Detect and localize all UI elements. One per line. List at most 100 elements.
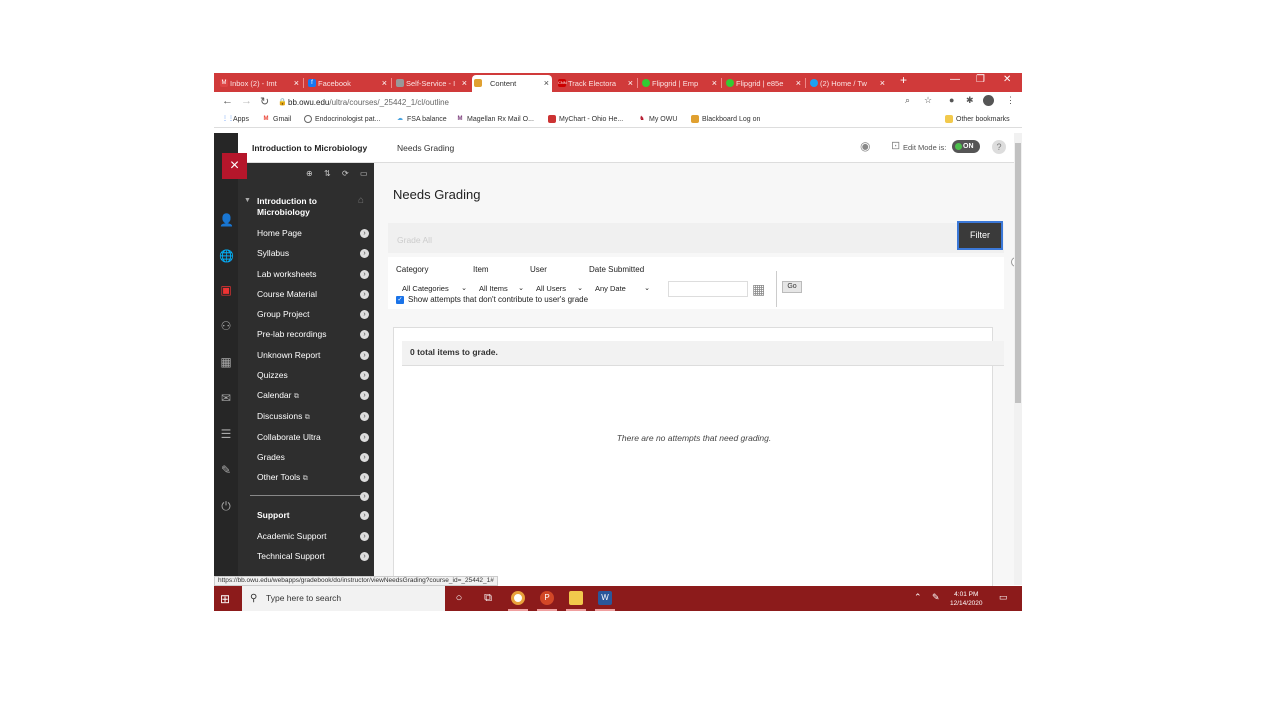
- bookmark-fsa[interactable]: ☁ FSA balance: [396, 115, 447, 123]
- student-preview-icon[interactable]: ◉: [860, 139, 870, 153]
- menu-options-icon[interactable]: ›: [360, 290, 369, 299]
- home-icon[interactable]: ⌂: [358, 195, 364, 206]
- menu-options-icon[interactable]: ›: [360, 552, 369, 561]
- bookmark-apps[interactable]: ⋮⋮ Apps: [222, 115, 249, 123]
- extension-icon[interactable]: ●: [949, 95, 954, 105]
- folder-view-icon[interactable]: ▭: [360, 169, 368, 178]
- cortana-icon[interactable]: ○: [452, 591, 466, 605]
- menu-item-calendar[interactable]: Calendar ⧉: [257, 390, 299, 401]
- more-menu-icon[interactable]: ⋮: [1006, 95, 1015, 106]
- filter-button[interactable]: Filter: [957, 221, 1003, 250]
- help-button[interactable]: ?: [992, 140, 1006, 154]
- menu-item-quizzes[interactable]: Quizzes: [257, 370, 288, 380]
- bookmark-mychart[interactable]: MyChart - Ohio He...: [548, 115, 623, 123]
- page-scrollbar[interactable]: [1014, 133, 1022, 585]
- taskbar-search[interactable]: ⚲ Type here to search: [242, 586, 445, 611]
- globe-icon[interactable]: 🌐: [219, 249, 234, 263]
- bookmark-magellan[interactable]: M Magellan Rx Mail O...: [456, 115, 534, 123]
- messages-icon[interactable]: ✉: [219, 391, 233, 405]
- bookmark-endocrinologist[interactable]: Endocrinologist pat...: [304, 115, 380, 123]
- notification-icon[interactable]: ▭: [999, 592, 1008, 603]
- menu-options-icon[interactable]: ›: [360, 229, 369, 238]
- menu-item-technical-support[interactable]: Technical Support: [257, 551, 325, 561]
- menu-options-icon[interactable]: ›: [360, 371, 369, 380]
- calendar-picker-icon[interactable]: ▦: [752, 281, 765, 298]
- close-tab-icon[interactable]: ×: [628, 78, 633, 88]
- address-bar[interactable]: 🔒 bb.owu.edu/ultra/courses/_25442_1/cl/o…: [278, 95, 928, 110]
- profile-icon[interactable]: 👤: [219, 213, 234, 227]
- tab-facebook[interactable]: f Facebook ×: [306, 75, 390, 92]
- menu-item-pre-lab-recordings[interactable]: Pre-lab recordings: [257, 329, 326, 339]
- menu-item-home-page[interactable]: Home Page: [257, 228, 302, 238]
- close-tab-icon[interactable]: ×: [382, 78, 387, 88]
- bookmark-myowu[interactable]: ♞ My OWU: [638, 115, 677, 123]
- pen-icon[interactable]: ✎: [932, 592, 940, 603]
- back-icon[interactable]: ←: [222, 95, 233, 107]
- maximize-button[interactable]: ❐: [976, 74, 985, 85]
- tab-twitter[interactable]: (2) Home / Tw ×: [808, 75, 888, 92]
- menu-options-icon[interactable]: ›: [360, 270, 369, 279]
- zoom-icon[interactable]: ⌕: [905, 95, 910, 106]
- add-menu-item-icon[interactable]: ⊕: [306, 169, 313, 178]
- menu-options-icon[interactable]: ›: [360, 511, 369, 520]
- go-button[interactable]: Go: [782, 281, 802, 293]
- menu-item-group-project[interactable]: Group Project: [257, 309, 309, 319]
- tab-self-service[interactable]: Self-Service - I ×: [394, 75, 470, 92]
- menu-options-icon[interactable]: ›: [360, 351, 369, 360]
- windows-start-icon[interactable]: ⊞: [220, 592, 230, 606]
- show-attempts-checkbox[interactable]: ✓ Show attempts that don't contribute to…: [396, 295, 588, 304]
- menu-item-syllabus[interactable]: Syllabus: [257, 248, 289, 258]
- organizations-icon[interactable]: ⚇: [219, 319, 233, 333]
- close-tab-icon[interactable]: ×: [796, 78, 801, 88]
- refresh-icon[interactable]: ⟳: [342, 169, 349, 178]
- courses-icon[interactable]: ▣: [219, 283, 233, 297]
- menu-options-icon[interactable]: ›: [360, 412, 369, 421]
- reorder-icon[interactable]: ⇅: [324, 169, 331, 178]
- tab-content[interactable]: Content ×: [472, 75, 552, 92]
- minimize-button[interactable]: —: [950, 74, 960, 85]
- bookmark-blackboard[interactable]: Blackboard Log on: [691, 115, 760, 123]
- menu-options-icon[interactable]: ›: [360, 391, 369, 400]
- puzzle-icon[interactable]: ✱: [966, 95, 974, 106]
- menu-item-academic-support[interactable]: Academic Support: [257, 531, 326, 541]
- menu-item-course-material[interactable]: Course Material: [257, 289, 317, 299]
- menu-options-icon[interactable]: ›: [360, 433, 369, 442]
- user-select[interactable]: All Users ⌄: [530, 281, 586, 296]
- course-title-link[interactable]: Introduction to Microbiology: [252, 143, 367, 153]
- close-tab-icon[interactable]: ×: [294, 78, 299, 88]
- tab-flipgrid-1[interactable]: Flipgrid | Emp ×: [640, 75, 720, 92]
- file-explorer-icon[interactable]: [569, 591, 583, 605]
- menu-item-lab-worksheets[interactable]: Lab worksheets: [257, 269, 317, 279]
- date-input[interactable]: [668, 281, 748, 297]
- tab-gmail[interactable]: M Inbox (2) - Imt ×: [218, 75, 302, 92]
- profile-avatar[interactable]: [983, 95, 994, 106]
- grade-all-button[interactable]: Grade All: [397, 235, 432, 245]
- sign-out-icon[interactable]: ⏻: [219, 499, 233, 513]
- chevron-up-icon[interactable]: ⌃: [914, 592, 922, 603]
- chrome-icon[interactable]: [511, 591, 525, 605]
- grades-icon[interactable]: ☰: [219, 427, 233, 441]
- menu-item-collaborate-ultra[interactable]: Collaborate Ultra: [257, 432, 321, 442]
- star-icon[interactable]: ☆: [924, 95, 932, 106]
- menu-options-icon[interactable]: ›: [360, 249, 369, 258]
- tab-flipgrid-2[interactable]: Flipgrid | e85e ×: [724, 75, 804, 92]
- tab-track-electoral[interactable]: CNN Track Electora ×: [556, 75, 636, 92]
- menu-item-other-tools[interactable]: Other Tools ⧉: [257, 472, 308, 483]
- close-window-button[interactable]: ✕: [1003, 74, 1011, 85]
- close-tab-icon[interactable]: ×: [544, 78, 549, 88]
- lock-icon[interactable]: ⊡: [891, 139, 900, 152]
- menu-options-icon[interactable]: ›: [360, 453, 369, 462]
- task-view-icon[interactable]: ⧉: [481, 591, 495, 605]
- date-select[interactable]: Any Date ⌄: [589, 281, 653, 296]
- category-select[interactable]: All Categories ⌄: [396, 281, 470, 296]
- powerpoint-icon[interactable]: P: [540, 591, 554, 605]
- close-course-button[interactable]: ×: [222, 153, 247, 179]
- menu-item-unknown-report[interactable]: Unknown Report: [257, 350, 320, 360]
- menu-item-grades[interactable]: Grades: [257, 452, 285, 462]
- word-icon[interactable]: W: [598, 591, 612, 605]
- tools-icon[interactable]: ✎: [219, 463, 233, 477]
- item-select[interactable]: All Items ⌄: [473, 281, 527, 296]
- bookmark-other[interactable]: Other bookmarks: [945, 115, 1010, 123]
- menu-options-icon[interactable]: ›: [360, 473, 369, 482]
- menu-options-icon[interactable]: ›: [360, 330, 369, 339]
